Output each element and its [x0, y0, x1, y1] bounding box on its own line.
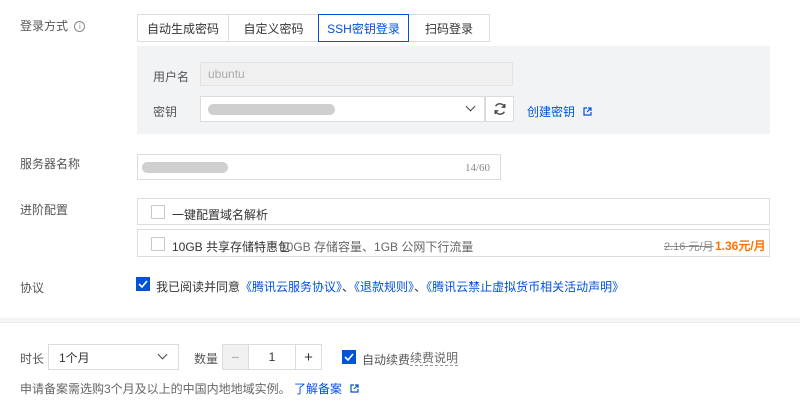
quantity-label: 数量 [194, 352, 219, 366]
refresh-icon [494, 103, 505, 115]
check-icon [344, 353, 354, 361]
agreement-prefix: 我已阅读并同意 [156, 280, 241, 294]
chevron-down-icon [157, 349, 168, 360]
advanced-label: 进阶配置 [20, 203, 69, 217]
agreement-sep-1: 、 [342, 280, 355, 294]
option-dns-row[interactable]: 一键配置域名解析 [137, 198, 770, 225]
login-method-text: 登录方式 [20, 19, 69, 33]
auto-renew-checkbox[interactable] [342, 350, 356, 364]
quantity-stepper[interactable]: − 1 + [222, 344, 322, 370]
agreement-label: 协议 [20, 281, 45, 295]
auto-renew-label: 自动续费 [362, 353, 411, 367]
decrement-button[interactable]: − [223, 345, 249, 369]
key-select[interactable] [200, 96, 485, 122]
info-icon[interactable]: i [74, 21, 86, 32]
key-value-redacted [208, 103, 335, 115]
refresh-button[interactable] [485, 96, 514, 122]
crypto-statement-link[interactable]: 《腾讯云禁止虚拟货币相关活动声明》 [426, 280, 624, 294]
purchase-bar: 时长 1个月 数量 − 1 + 自动续费 续费说明 申请备案需选购3个月及以上的… [0, 322, 800, 405]
storage-checkbox[interactable] [151, 237, 165, 251]
renew-explain-link[interactable]: 续费说明 [410, 351, 459, 366]
storage-desc: 10GB 存储容量、1GB 公网下行流量 [280, 240, 474, 254]
server-name-input[interactable]: 14/60 [137, 154, 501, 180]
username-input[interactable]: ubuntu [200, 62, 513, 86]
server-name-label: 服务器名称 [20, 157, 81, 171]
agreement-checkbox[interactable] [136, 277, 150, 291]
service-agreement-link[interactable]: 《腾讯云服务协议》 [240, 280, 342, 294]
char-counter: 14/60 [464, 162, 490, 174]
filing-notice: 申请备案需选购3个月及以上的中国内地地域实例。 了解备案 [20, 380, 359, 397]
increment-button[interactable]: + [295, 345, 321, 369]
login-method-label: 登录方式 i [20, 17, 86, 34]
storage-title: 10GB 共享存储特惠包 [172, 240, 291, 254]
duration-label: 时长 [20, 352, 45, 366]
create-key-text: 创建密钥 [527, 105, 576, 119]
option-storage-row[interactable]: 10GB 共享存储特惠包 10GB 存储容量、1GB 公网下行流量 2.16 元… [137, 229, 770, 257]
tab-ssh-key[interactable]: SSH密钥登录 [318, 14, 409, 42]
external-link-icon [350, 384, 359, 393]
sale-price: 1.36元/月 [715, 239, 766, 253]
check-icon [138, 280, 148, 288]
duration-select[interactable]: 1个月 [48, 344, 179, 370]
dns-checkbox[interactable] [151, 205, 165, 219]
username-value: ubuntu [208, 67, 245, 81]
tab-custom-password[interactable]: 自定义密码 [228, 14, 319, 42]
original-price: 2.16 元/月 [664, 241, 714, 253]
filing-link[interactable]: 了解备案 [294, 382, 342, 396]
quantity-value[interactable]: 1 [249, 350, 295, 364]
refund-rules-link[interactable]: 《退款规则》 [354, 280, 414, 294]
agreement-text: 我已阅读并同意《腾讯云服务协议》、《退款规则》、《腾讯云禁止虚拟货币相关活动声明… [156, 278, 624, 295]
tab-qr-login[interactable]: 扫码登录 [408, 14, 490, 42]
create-key-link[interactable]: 创建密钥 [527, 103, 592, 120]
dns-label: 一键配置域名解析 [172, 208, 269, 222]
tab-auto-password[interactable]: 自动生成密码 [137, 14, 229, 42]
agreement-sep-2: 、 [414, 280, 427, 294]
duration-value: 1个月 [59, 350, 90, 365]
filing-notice-text: 申请备案需选购3个月及以上的中国内地地域实例。 [20, 382, 291, 396]
username-label: 用户名 [153, 70, 190, 84]
key-label: 密钥 [153, 105, 178, 119]
external-link-icon [583, 107, 592, 116]
chevron-down-icon [465, 101, 476, 112]
server-name-redacted [142, 161, 228, 173]
